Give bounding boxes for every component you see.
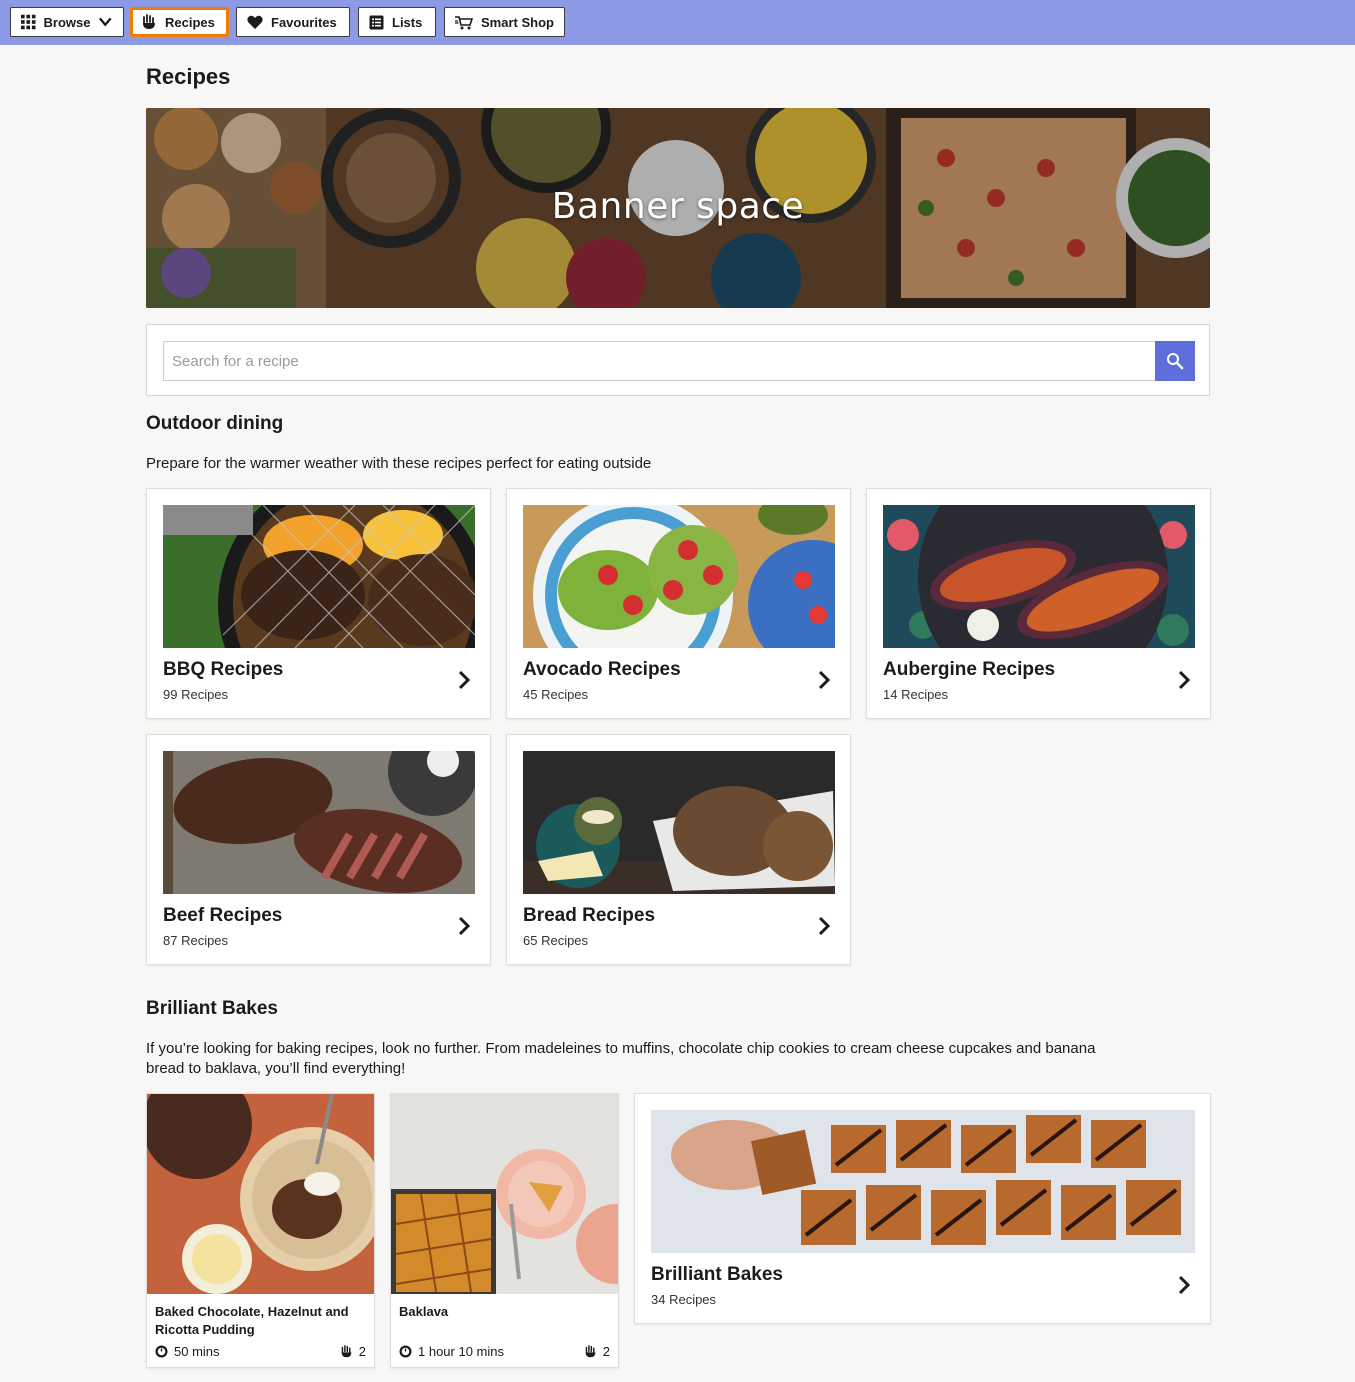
recipe-servings-value: 2	[602, 1344, 610, 1359]
banner: Banner space	[146, 108, 1210, 308]
card-count: 45 Recipes	[523, 687, 589, 702]
category-card-beef[interactable]: Beef Recipes 87 Recipes	[146, 734, 491, 965]
recipe-servings: 2	[340, 1344, 366, 1359]
outdoor-dining-title: Outdoor dining	[146, 413, 284, 434]
chevron-right-icon	[458, 670, 470, 690]
card-count: 14 Recipes	[883, 687, 949, 702]
nav-lists-button[interactable]: Lists	[358, 7, 436, 37]
heart-icon	[247, 15, 263, 29]
card-count: 87 Recipes	[163, 933, 229, 948]
chevron-right-icon	[818, 670, 830, 690]
card-title: Beef Recipes	[163, 905, 283, 926]
card-title: Aubergine Recipes	[883, 659, 1056, 680]
chevron-down-icon	[99, 17, 113, 27]
category-card-aubergine[interactable]: Aubergine Recipes 14 Recipes	[866, 488, 1211, 719]
chevron-right-icon	[1178, 670, 1190, 690]
brilliant-bakes-description: If you’re looking for baking recipes, lo…	[146, 1039, 1106, 1079]
aubergine-image	[883, 505, 1195, 648]
nav-recipes-button[interactable]: Recipes	[130, 7, 229, 37]
timer-icon	[399, 1345, 412, 1358]
nav-recipes-label: Recipes	[165, 14, 215, 30]
chevron-right-icon	[1178, 1275, 1190, 1295]
beef-image	[163, 751, 475, 894]
nav-browse-label: Browse	[43, 14, 91, 30]
grid-icon	[21, 14, 36, 30]
chocolate-pudding-image	[147, 1094, 374, 1294]
recipe-card-chocolate-pudding[interactable]: Baked Chocolate, Hazelnut and Ricotta Pu…	[146, 1093, 375, 1368]
servings-icon	[341, 1345, 352, 1358]
brilliant-bakes-image	[651, 1110, 1195, 1253]
timer-icon	[155, 1345, 168, 1358]
bread-image	[523, 751, 835, 894]
card-title: Bread Recipes	[523, 905, 656, 926]
card-title: Avocado Recipes	[523, 659, 681, 680]
cart-icon	[455, 15, 473, 29]
recipe-servings-value: 2	[358, 1344, 366, 1359]
chef-hand-icon	[143, 14, 155, 29]
collection-card-brilliant-bakes[interactable]: Brilliant Bakes 34 Recipes	[634, 1093, 1211, 1324]
avocado-image	[523, 505, 835, 648]
search-button[interactable]	[1155, 341, 1195, 381]
category-card-avocado[interactable]: Avocado Recipes 45 Recipes	[506, 488, 851, 719]
servings-icon	[585, 1345, 596, 1358]
list-icon	[369, 15, 384, 29]
top-navigation: Browse Recipes Favourites Lists Smart Sh…	[0, 0, 1355, 45]
nav-favourites-label: Favourites	[271, 14, 337, 30]
description-line-1: If you’re looking for baking recipes, lo…	[146, 1040, 1096, 1057]
nav-favourites-button[interactable]: Favourites	[236, 7, 350, 37]
card-count: 65 Recipes	[523, 933, 589, 948]
chevron-right-icon	[818, 916, 830, 936]
description-line-2: bread to baklava, you’ll find everything…	[146, 1060, 406, 1077]
recipe-servings: 2	[584, 1344, 610, 1359]
search-input[interactable]	[163, 341, 1155, 381]
chevron-right-icon	[458, 916, 470, 936]
nav-browse-button[interactable]: Browse	[10, 7, 124, 37]
search-icon	[1167, 353, 1184, 370]
card-count: 99 Recipes	[163, 687, 229, 702]
recipe-time: 50 mins	[155, 1344, 220, 1359]
page-title: Recipes	[146, 64, 231, 89]
recipe-title: Baklava	[399, 1304, 449, 1319]
recipe-time-value: 50 mins	[174, 1344, 220, 1359]
bbq-image	[163, 505, 475, 648]
category-card-bbq[interactable]: BBQ Recipes 99 Recipes	[146, 488, 491, 719]
recipe-time-value: 1 hour 10 mins	[418, 1344, 504, 1359]
nav-smart-shop-label: Smart Shop	[481, 14, 554, 30]
card-title: BBQ Recipes	[163, 659, 284, 680]
nav-smart-shop-button[interactable]: Smart Shop	[444, 7, 565, 37]
banner-text: Banner space	[551, 186, 805, 227]
recipe-time: 1 hour 10 mins	[399, 1344, 504, 1359]
recipe-card-baklava[interactable]: Baklava 1 hour 10 mins 2	[390, 1093, 619, 1368]
recipe-title: Baked Chocolate, Hazelnut and Ricotta Pu…	[155, 1304, 349, 1337]
outdoor-dining-description: Prepare for the warmer weather with thes…	[146, 455, 652, 472]
category-card-bread[interactable]: Bread Recipes 65 Recipes	[506, 734, 851, 965]
card-count: 34 Recipes	[651, 1292, 717, 1307]
baklava-image	[391, 1094, 618, 1294]
card-title: Brilliant Bakes	[651, 1264, 783, 1285]
search-panel	[146, 324, 1210, 396]
brilliant-bakes-title: Brilliant Bakes	[146, 998, 278, 1019]
nav-lists-label: Lists	[392, 14, 423, 30]
